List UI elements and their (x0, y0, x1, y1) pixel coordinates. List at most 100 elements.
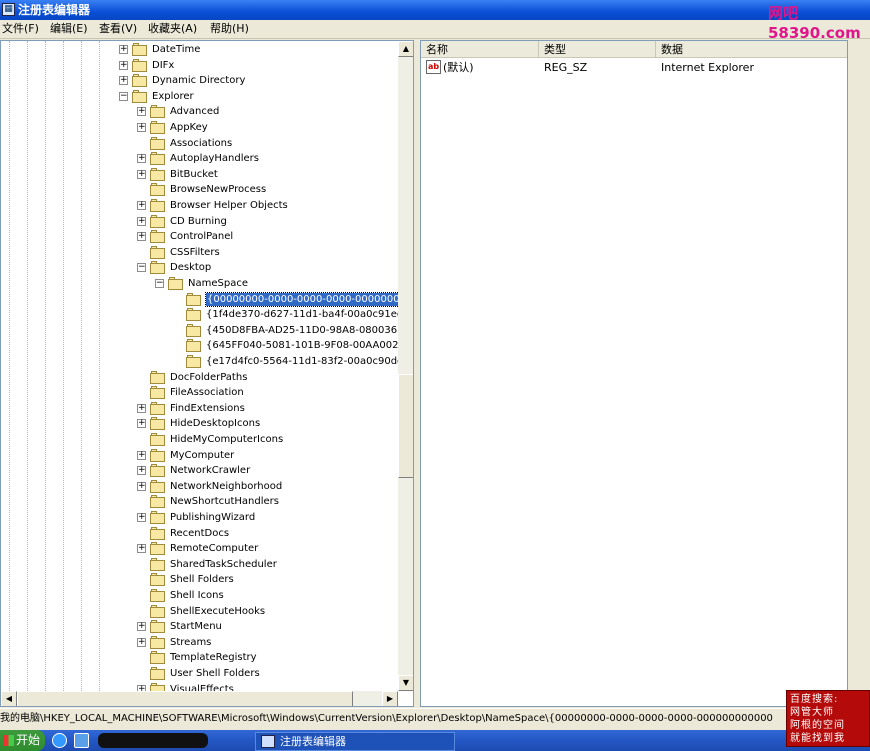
tree-node[interactable]: + RemoteComputer (1, 541, 398, 556)
expand-icon[interactable]: + (137, 232, 146, 242)
expand-icon[interactable]: + (137, 466, 146, 476)
expand-icon[interactable]: + (137, 622, 146, 632)
column-header-name[interactable]: 名称 (421, 41, 539, 58)
expand-icon[interactable]: + (137, 201, 146, 210)
expand-icon[interactable]: + (137, 544, 146, 554)
tree-node[interactable]: TemplateRegistry (1, 650, 398, 665)
tree-node[interactable]: BrowseNewProcess (1, 182, 398, 197)
tree-node[interactable]: + MyComputer (1, 448, 398, 463)
tree-node[interactable]: Shell Icons (1, 588, 398, 603)
tree-node-label[interactable]: Shell Folders (170, 573, 234, 586)
values-list-pane[interactable]: 名称 类型 数据 ab (默认) REG_SZ Internet Explore… (420, 40, 848, 707)
tree-node-label[interactable]: Browser Helper Objects (170, 199, 288, 212)
tree-node-label[interactable]: NewShortcutHandlers (170, 495, 279, 508)
tree-node[interactable]: + CD Burning (1, 214, 398, 229)
tree-node-label[interactable]: {e17d4fc0-5564-11d1-83f2-00a0c90dc849} (206, 355, 398, 368)
menu-file[interactable]: 文件(F) (2, 22, 39, 36)
tree-node[interactable]: − NameSpace (1, 276, 398, 291)
tree-node[interactable]: + ControlPanel (1, 229, 398, 244)
tree-node[interactable]: + FindExtensions (1, 401, 398, 416)
tree-node-label[interactable]: Streams (170, 636, 211, 649)
collapse-icon[interactable]: − (137, 263, 146, 273)
tree-node[interactable]: + NetworkNeighborhood (1, 479, 398, 494)
scroll-right-arrow-icon[interactable]: ▶ (382, 691, 398, 706)
tree-node-label[interactable]: {1f4de370-d627-11d1-ba4f-00a0c91eedba} (206, 308, 398, 321)
tree-node-label[interactable]: ControlPanel (170, 230, 233, 243)
tree-node[interactable]: User Shell Folders (1, 666, 398, 681)
horizontal-scroll-thumb[interactable] (17, 691, 353, 706)
tree-node[interactable]: + VisualEffects (1, 682, 398, 691)
tree-node[interactable]: + Advanced (1, 104, 398, 119)
tree-node-label[interactable]: RecentDocs (170, 527, 229, 540)
menu-help[interactable]: 帮助(H) (210, 22, 249, 36)
tree-node-label[interactable]: FileAssociation (170, 386, 244, 399)
menu-view[interactable]: 查看(V) (99, 22, 137, 36)
expand-icon[interactable]: + (137, 513, 146, 522)
tree-node[interactable]: {1f4de370-d627-11d1-ba4f-00a0c91eedba} (1, 307, 398, 322)
taskbar-regedit-button[interactable]: 注册表编辑器 (255, 732, 455, 751)
tree-node[interactable]: + StartMenu (1, 619, 398, 634)
tree-node-label[interactable]: BrowseNewProcess (170, 183, 266, 196)
tree-node-label[interactable]: Dynamic Directory (152, 74, 245, 87)
tree-node[interactable]: + AppKey (1, 120, 398, 135)
tree-horizontal-scrollbar[interactable]: ◀ ▶ (1, 691, 398, 706)
tree-node-label[interactable]: MyComputer (170, 449, 234, 462)
tree-node-label[interactable]: Desktop (170, 261, 211, 274)
scroll-left-arrow-icon[interactable]: ◀ (1, 691, 17, 706)
menu-favorites[interactable]: 收藏夹(A) (148, 22, 197, 36)
tree-node[interactable]: {645FF040-5081-101B-9F08-00AA002F954E} (1, 338, 398, 353)
desktop-quicklaunch-icon[interactable] (74, 733, 89, 748)
tree-node[interactable]: + PublishingWizard (1, 510, 398, 525)
tree-node[interactable]: + NetworkCrawler (1, 463, 398, 478)
tree-node-label[interactable]: HideDesktopIcons (170, 417, 260, 430)
tree-node-label[interactable]: Associations (170, 137, 232, 150)
tree-node-label[interactable]: NameSpace (188, 277, 248, 290)
tree-node[interactable]: + HideDesktopIcons (1, 416, 398, 431)
tree-node-label[interactable]: NetworkCrawler (170, 464, 250, 477)
expand-icon[interactable]: + (119, 45, 128, 54)
expand-icon[interactable]: + (137, 450, 146, 460)
tree-node-label[interactable]: Shell Icons (170, 589, 224, 602)
start-button[interactable]: 开始 (0, 730, 45, 751)
tree-node[interactable]: − Explorer (1, 89, 398, 104)
tree-node[interactable]: HideMyComputerIcons (1, 432, 398, 447)
tree-node-label[interactable]: Advanced (170, 105, 219, 118)
tree-node-label[interactable]: ShellExecuteHooks (170, 605, 265, 618)
tree-node[interactable]: − Desktop (1, 260, 398, 275)
tree-node-label[interactable]: DateTime (152, 43, 200, 56)
tree-node-label[interactable]: {645FF040-5081-101B-9F08-00AA002F954E} (206, 339, 398, 352)
expand-icon[interactable]: + (137, 216, 146, 226)
expand-icon[interactable]: + (137, 123, 146, 132)
tree-node-label[interactable]: StartMenu (170, 620, 222, 633)
tree-node-label[interactable]: FindExtensions (170, 402, 245, 415)
expand-icon[interactable]: + (119, 76, 128, 86)
tree-node-label[interactable]: CSSFilters (170, 246, 220, 259)
tree-node-label[interactable]: NetworkNeighborhood (170, 480, 282, 493)
expand-icon[interactable]: + (137, 169, 146, 179)
tree-node[interactable]: + Dynamic Directory (1, 73, 398, 88)
tree-node[interactable]: Associations (1, 136, 398, 151)
expand-icon[interactable]: + (137, 637, 146, 647)
expand-icon[interactable]: + (137, 403, 146, 413)
tree-node[interactable]: DocFolderPaths (1, 370, 398, 385)
tree-vertical-scrollbar[interactable]: ▲ ▼ (398, 41, 413, 691)
tree-node[interactable]: + Browser Helper Objects (1, 198, 398, 213)
tree-node-label[interactable]: AppKey (170, 121, 208, 134)
tree-node[interactable]: {450D8FBA-AD25-11D0-98A8-0800361B1103} (1, 323, 398, 338)
expand-icon[interactable]: + (137, 481, 146, 491)
tree-node-label[interactable]: AutoplayHandlers (170, 152, 259, 165)
tree-node-label[interactable]: BitBucket (170, 168, 218, 181)
tree-node-label[interactable]: User Shell Folders (170, 667, 260, 680)
collapse-icon[interactable]: − (119, 91, 128, 101)
list-row[interactable]: ab (默认) REG_SZ Internet Explorer (421, 59, 847, 76)
tree-node[interactable]: SharedTaskScheduler (1, 557, 398, 572)
tree-node[interactable]: NewShortcutHandlers (1, 494, 398, 509)
tree-node[interactable]: RecentDocs (1, 526, 398, 541)
column-header-data[interactable]: 数据 (656, 41, 847, 58)
collapse-icon[interactable]: − (155, 279, 164, 288)
ie-quicklaunch-icon[interactable] (52, 733, 67, 748)
tree-node[interactable]: CSSFilters (1, 245, 398, 260)
registry-tree-pane[interactable]: + DateTime + DIFx + Dynamic Directory − Explore… (0, 40, 414, 707)
tree-node[interactable]: ShellExecuteHooks (1, 604, 398, 619)
tree-node[interactable]: + DIFx (1, 58, 398, 73)
